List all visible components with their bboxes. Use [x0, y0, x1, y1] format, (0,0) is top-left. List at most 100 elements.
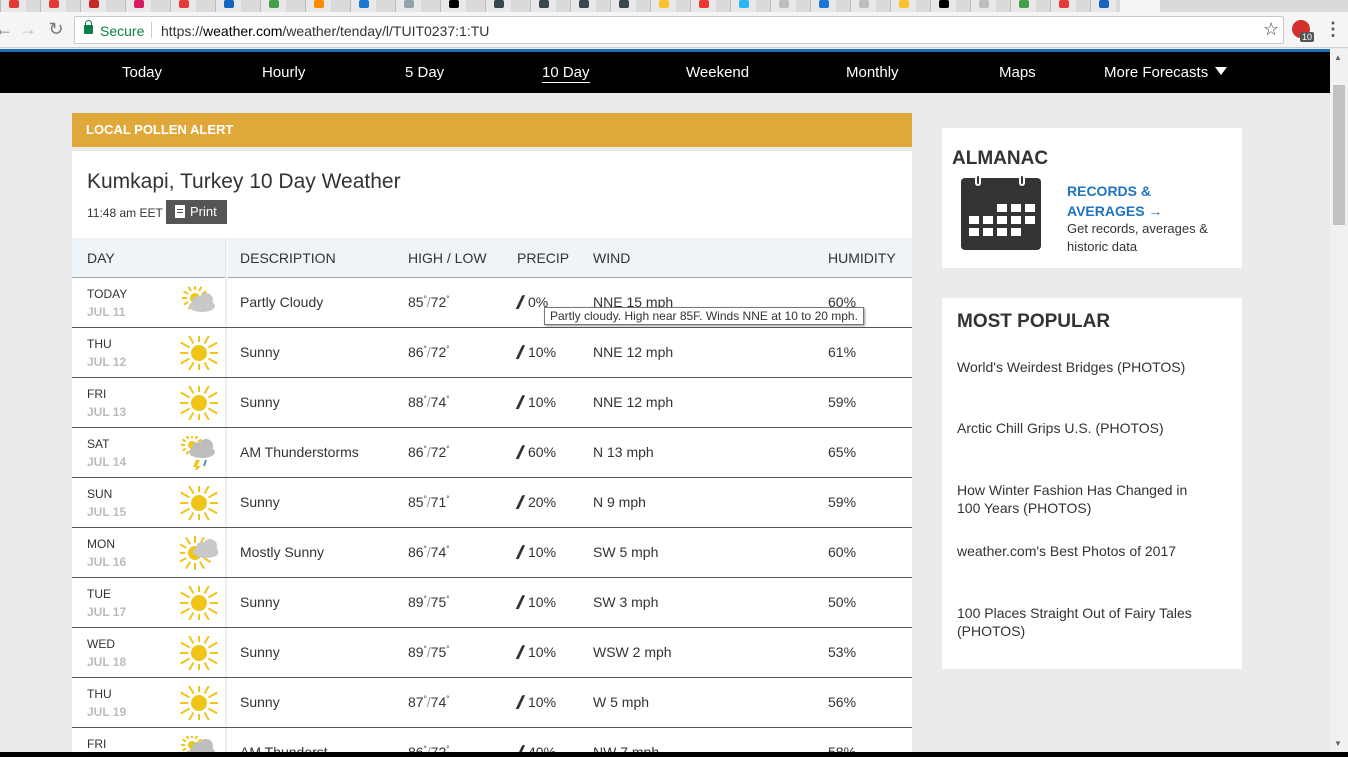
- records-link-line2: AVERAGES →: [1067, 203, 1163, 219]
- scrollbar-thumb[interactable]: [1333, 85, 1345, 225]
- print-label: Print: [190, 204, 217, 219]
- nav-today[interactable]: Today: [122, 64, 162, 81]
- raindrop-icon: [515, 295, 526, 309]
- row-date: JUL 17: [87, 605, 127, 619]
- calendar-cell: [997, 228, 1007, 236]
- table-row[interactable]: FRI AM Thunderst 86°/72° 40% NW 7 mph 58%: [72, 728, 912, 752]
- popular-item[interactable]: How Winter Fashion Has Changed in 100 Ye…: [957, 481, 1207, 517]
- address-bar[interactable]: Secure https://weather.com/weather/tenda…: [74, 16, 1284, 44]
- bookmark-star-icon[interactable]: ☆: [1263, 19, 1279, 40]
- table-row[interactable]: SAT JUL 14 AM Thunderstorms 86°/72° 60% N 13 …: [72, 428, 912, 478]
- row-humidity: 59%: [828, 394, 857, 410]
- browser-tab[interactable]: [440, 0, 466, 12]
- row-date: JUL 13: [87, 405, 127, 419]
- document-icon: [175, 205, 185, 218]
- browser-tab[interactable]: [610, 0, 636, 12]
- browser-tab[interactable]: [730, 0, 756, 12]
- popular-item[interactable]: Arctic Chill Grips U.S. (PHOTOS): [957, 419, 1207, 437]
- row-high: 87: [408, 694, 424, 710]
- row-low: 72: [430, 344, 447, 360]
- row-date: JUL 11: [87, 305, 126, 319]
- browser-tab[interactable]: [970, 0, 996, 12]
- row-precip-value: 10%: [528, 694, 557, 710]
- calendar-cell: [1025, 216, 1035, 224]
- raindrop-icon: [515, 345, 526, 359]
- browser-tab[interactable]: [1010, 0, 1036, 12]
- browser-tab[interactable]: [170, 0, 196, 12]
- page-scrollbar[interactable]: ▲ ▼: [1330, 49, 1348, 752]
- calendar-cell: [1011, 204, 1021, 212]
- row-wind: SW 5 mph: [593, 544, 659, 560]
- browser-tab[interactable]: [570, 0, 596, 12]
- browser-tab[interactable]: [260, 0, 286, 12]
- popular-item[interactable]: World's Weirdest Bridges (PHOTOS): [957, 358, 1207, 376]
- records-averages-link[interactable]: RECORDS & AVERAGES →: [1067, 181, 1162, 221]
- nav-more-forecasts[interactable]: More Forecasts: [1104, 64, 1228, 81]
- row-precip-value: 10%: [528, 644, 557, 660]
- nav-5-day[interactable]: 5 Day: [405, 64, 444, 81]
- nav-10-day[interactable]: 10 Day: [542, 64, 590, 83]
- table-row[interactable]: WED JUL 18 Sunny 89°/75° 10% WSW 2 mph 53%: [72, 628, 912, 678]
- browser-tab[interactable]: [850, 0, 876, 12]
- most-popular-panel: MOST POPULAR World's Weirdest Bridges (P…: [942, 298, 1242, 669]
- browser-tab[interactable]: [0, 0, 26, 12]
- browser-tab[interactable]: [305, 0, 331, 12]
- browser-tab[interactable]: [1050, 0, 1076, 12]
- nav-maps[interactable]: Maps: [999, 64, 1036, 81]
- nav-weekend[interactable]: Weekend: [686, 64, 749, 81]
- popular-item[interactable]: 100 Places Straight Out of Fairy Tales (…: [957, 604, 1207, 640]
- table-row[interactable]: FRI JUL 13 Sunny 88°/74° 10% NNE 12 mph 59%: [72, 378, 912, 428]
- forward-arrow-icon[interactable]: →: [18, 19, 38, 39]
- browser-tab-active[interactable]: [1120, 0, 1160, 12]
- reload-icon[interactable]: ↻: [46, 19, 66, 39]
- row-high-low: 89°/75°: [408, 644, 450, 660]
- browser-menu-icon[interactable]: ⋮: [1324, 19, 1342, 40]
- table-row[interactable]: MON JUL 16 Mostly Sunny 86°/74° 10% SW 5 mph 6…: [72, 528, 912, 578]
- browser-tab[interactable]: [530, 0, 556, 12]
- row-description: Sunny: [240, 694, 280, 710]
- nav-accent-line: [0, 49, 1330, 52]
- row-precip: 10%: [515, 394, 556, 410]
- table-row[interactable]: TUE JUL 17 Sunny 89°/75° 10% SW 3 mph 50%: [72, 578, 912, 628]
- browser-tab[interactable]: [650, 0, 676, 12]
- scroll-down-icon[interactable]: ▼: [1334, 739, 1342, 748]
- browser-tab[interactable]: [350, 0, 376, 12]
- nav-hourly[interactable]: Hourly: [262, 64, 305, 81]
- pollen-alert-banner[interactable]: LOCAL POLLEN ALERT: [72, 113, 912, 147]
- print-button[interactable]: Print: [166, 200, 227, 224]
- browser-tab[interactable]: [215, 0, 241, 12]
- col-header-high-low[interactable]: HIGH / LOW: [408, 250, 487, 266]
- table-row[interactable]: THU JUL 19 Sunny 87°/74° 10% W 5 mph 56%: [72, 678, 912, 728]
- url-text[interactable]: https://weather.com/weather/tenday/l/TUI…: [161, 23, 489, 39]
- browser-tab[interactable]: [690, 0, 716, 12]
- browser-tab[interactable]: [125, 0, 151, 12]
- table-row[interactable]: THU JUL 12 Sunny 86°/72° 10% NNE 12 mph 61%: [72, 328, 912, 378]
- col-header-precip[interactable]: PRECIP: [517, 250, 569, 266]
- scroll-up-icon[interactable]: ▲: [1334, 53, 1342, 62]
- browser-tab[interactable]: [80, 0, 106, 12]
- row-day: MON: [87, 537, 115, 551]
- browser-tab[interactable]: [930, 0, 956, 12]
- raindrop-icon: [515, 645, 526, 659]
- calendar-cell: [997, 204, 1007, 212]
- col-header-description[interactable]: DESCRIPTION: [240, 250, 336, 266]
- popular-item[interactable]: weather.com's Best Photos of 2017: [957, 542, 1207, 560]
- col-header-wind[interactable]: WIND: [593, 250, 630, 266]
- row-description: Sunny: [240, 644, 280, 660]
- col-header-humidity[interactable]: HUMIDITY: [828, 250, 896, 266]
- browser-tab[interactable]: [485, 0, 511, 12]
- browser-tab[interactable]: [770, 0, 796, 12]
- back-arrow-icon[interactable]: ←: [0, 19, 14, 39]
- browser-toolbar: ← → ↻ Secure https://weather.com/weather…: [0, 12, 1348, 48]
- table-row[interactable]: SUN JUL 15 Sunny 85°/71° 20% N 9 mph 59%: [72, 478, 912, 528]
- browser-tab[interactable]: [40, 0, 66, 12]
- browser-tab[interactable]: [890, 0, 916, 12]
- nav-monthly[interactable]: Monthly: [846, 64, 899, 81]
- browser-tab[interactable]: [395, 0, 421, 12]
- row-day: SUN: [87, 487, 113, 501]
- row-day: WED: [87, 637, 115, 651]
- browser-tab[interactable]: [810, 0, 836, 12]
- browser-tab[interactable]: [1090, 0, 1116, 12]
- col-header-day[interactable]: DAY: [87, 250, 115, 266]
- calendar-ring: [975, 174, 981, 186]
